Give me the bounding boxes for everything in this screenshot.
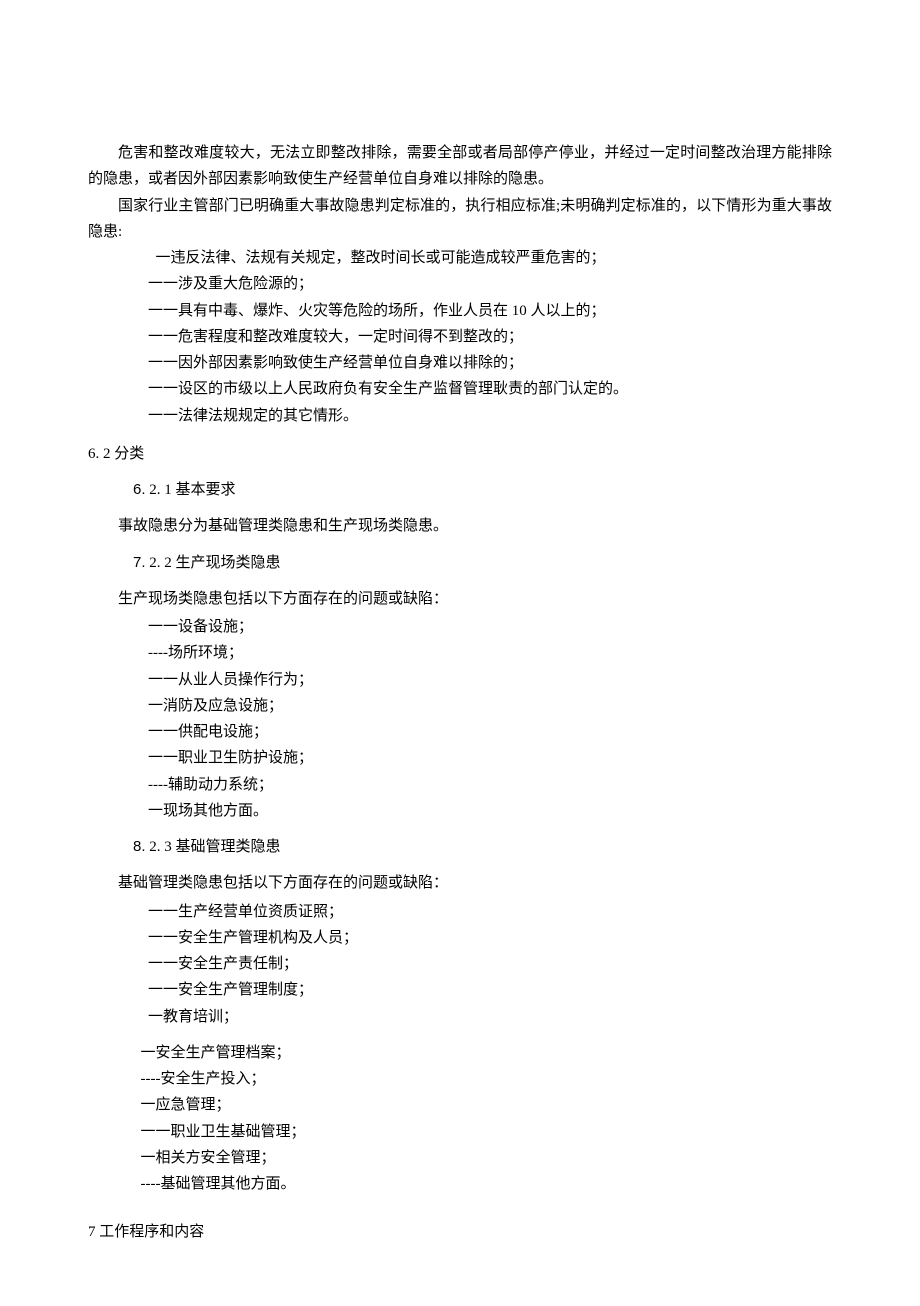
intro-p2-part-a: 国家行业主管部门已明确重大事故隐患判定标准的，执行相应标准 bbox=[118, 198, 556, 214]
item-623-2: 一一安全生产管理机构及人员； bbox=[88, 925, 832, 951]
item-623-7: ----安全生产投入； bbox=[88, 1066, 832, 1092]
item-623-3: 一一安全生产责任制； bbox=[88, 951, 832, 977]
item-622-1: 一一设备设施； bbox=[88, 614, 832, 640]
intro-item-7: 一一法律法规规定的其它情形。 bbox=[88, 403, 832, 429]
item-622-5: 一一供配电设施； bbox=[88, 719, 832, 745]
heading-6-2-3-num: 8. bbox=[133, 838, 146, 855]
intro-item-6: 一一设区的市级以上人民政府负有安全生产监督管理耿责的部门认定的。 bbox=[88, 376, 832, 402]
heading-6-2-3-title: 2. 3 基础管理类隐患 bbox=[146, 839, 281, 855]
item-623-8: 一应急管理； bbox=[88, 1092, 832, 1118]
item-622-2: ----场所环境； bbox=[88, 640, 832, 666]
document-page: 危害和整改难度较大，无法立即整改排除，需要全部或者局部停产停业，并经过一定时间整… bbox=[0, 0, 920, 1306]
intro-item-1: 一违反法律、法规有关规定，整改时间长或可能造成较严重危害的； bbox=[88, 245, 832, 271]
item-622-8: 一现场其他方面。 bbox=[88, 798, 832, 824]
intro-item-3: 一一具有中毒、爆炸、火灾等危险的场所，作业人员在 10 人以上的； bbox=[88, 298, 832, 324]
intro-item-2: 一一涉及重大危险源的； bbox=[88, 271, 832, 297]
item-622-4: 一消防及应急设施； bbox=[88, 693, 832, 719]
heading-6-2-1-num: 6. bbox=[133, 481, 146, 498]
item-623-4: 一一安全生产管理制度； bbox=[88, 977, 832, 1003]
heading-6-2-2: 7. 2. 2 生产现场类隐患 bbox=[88, 550, 832, 576]
item-623-6: 一安全生产管理档案； bbox=[88, 1040, 832, 1066]
intro-paragraph-2: 国家行业主管部门已明确重大事故隐患判定标准的，执行相应标准;未明确判定标准的，以… bbox=[88, 193, 832, 246]
heading-6-2: 6. 2 分类 bbox=[88, 441, 832, 467]
heading-7: 7 工作程序和内容 bbox=[88, 1219, 832, 1245]
heading-6-2-2-num: 7. bbox=[133, 554, 146, 571]
paragraph-6-2-1: 事故隐患分为基础管理类隐患和生产现场类隐患。 bbox=[88, 513, 832, 539]
item-623-9: 一一职业卫生基础管理； bbox=[88, 1119, 832, 1145]
item-623-10: 一相关方安全管理； bbox=[88, 1145, 832, 1171]
item-623-11: ----基础管理其他方面。 bbox=[88, 1171, 832, 1197]
item-622-7: ----辅助动力系统； bbox=[88, 772, 832, 798]
item-622-3: 一一从业人员操作行为； bbox=[88, 667, 832, 693]
heading-6-2-1: 6. 2. 1 基本要求 bbox=[88, 477, 832, 503]
paragraph-6-2-2-lead: 生产现场类隐患包括以下方面存在的问题或缺陷： bbox=[88, 586, 832, 612]
intro-paragraph-1: 危害和整改难度较大，无法立即整改排除，需要全部或者局部停产停业，并经过一定时间整… bbox=[88, 140, 832, 193]
intro-item-5: 一一因外部因素影响致使生产经营单位自身难以排除的； bbox=[88, 350, 832, 376]
item-622-6: 一一职业卫生防护设施； bbox=[88, 745, 832, 771]
heading-6-2-1-title: 2. 1 基本要求 bbox=[146, 482, 236, 498]
paragraph-6-2-3-lead: 基础管理类隐患包括以下方面存在的问题或缺陷： bbox=[88, 870, 832, 896]
heading-6-2-2-title: 2. 2 生产现场类隐患 bbox=[146, 555, 281, 571]
intro-item-4: 一一危害程度和整改难度较大，一定时间得不到整改的； bbox=[88, 324, 832, 350]
item-623-5: 一教育培训； bbox=[88, 1004, 832, 1030]
gap bbox=[88, 1030, 832, 1040]
item-623-1: 一一生产经营单位资质证照； bbox=[88, 899, 832, 925]
heading-6-2-3: 8. 2. 3 基础管理类隐患 bbox=[88, 834, 832, 860]
